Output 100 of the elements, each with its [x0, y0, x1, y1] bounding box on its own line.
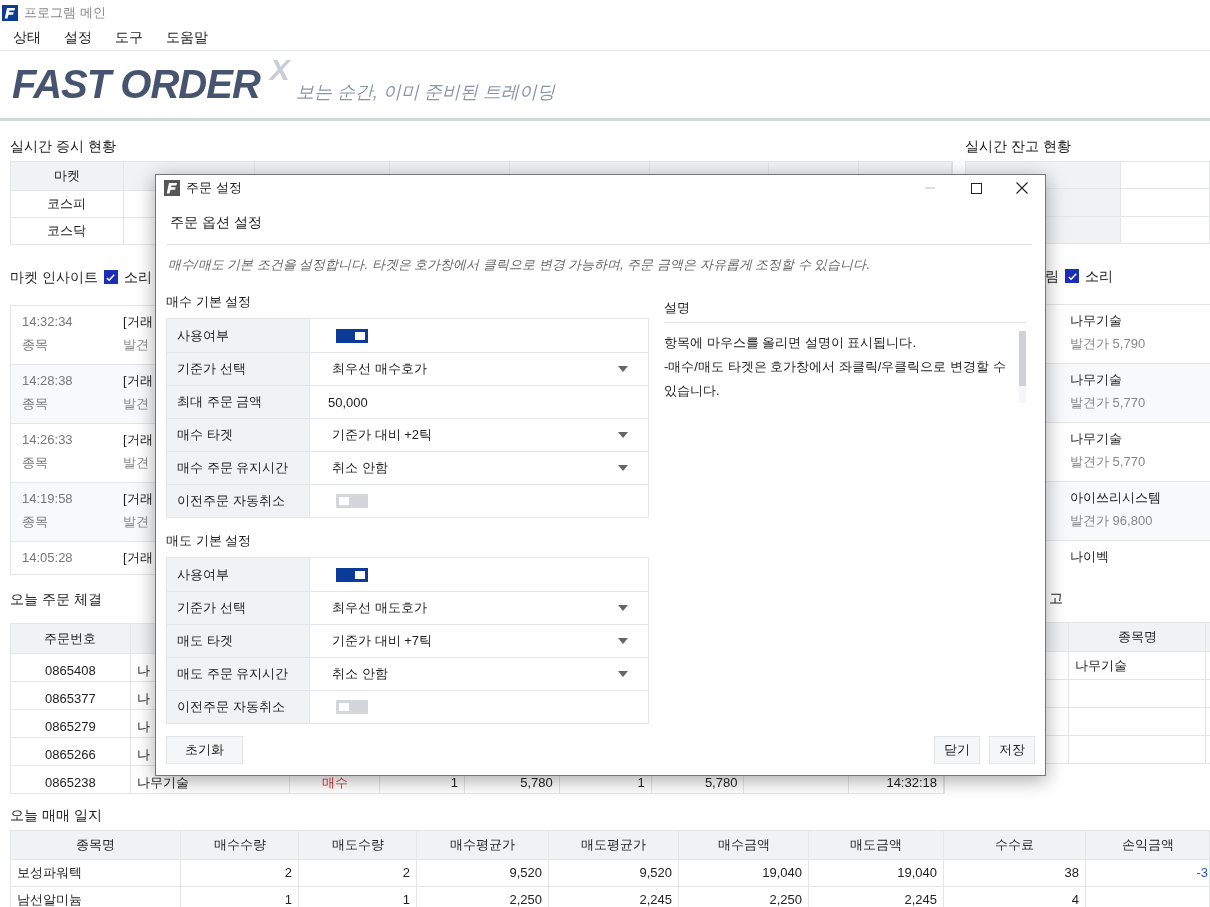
price-text: 발견가 5,790: [1070, 335, 1147, 353]
section-title: 고: [1049, 588, 1063, 608]
checkbox[interactable]: [1065, 269, 1079, 283]
table-cell: 19,040: [809, 860, 944, 886]
table-cell: 코스닥: [11, 218, 124, 244]
maximize-icon: [970, 182, 982, 194]
label-text: 종목: [22, 513, 49, 531]
input-field[interactable]: 50,000: [310, 386, 648, 418]
column-header: 마켓: [11, 162, 124, 190]
table-cell: 4: [944, 887, 1086, 907]
column-header: 매도금액: [809, 831, 944, 859]
time-text: 14:28:38: [22, 372, 74, 390]
headline-text: [거래: [123, 313, 153, 331]
column-header: 종목명: [1069, 623, 1206, 651]
dropdown-caret-icon: [618, 465, 628, 471]
menu-item[interactable]: 도구: [115, 27, 143, 48]
help-title: 설명: [664, 293, 1026, 323]
column-header: 수수료: [944, 831, 1086, 859]
dropdown-caret-icon: [618, 671, 628, 677]
slogan: 보는 순간, 이미 준비된 트레이딩: [295, 81, 555, 104]
table-cell: 0865266: [11, 738, 131, 765]
field-label: 최대 주문 금액: [167, 386, 310, 418]
minimize-icon: [925, 187, 935, 189]
section-title: 매도 기본 설정: [166, 531, 253, 550]
dropdown-caret-icon: [618, 605, 628, 611]
save-button[interactable]: 저장: [989, 736, 1035, 764]
headline-text: [거래: [123, 490, 153, 508]
price-text: 발견가 96,800: [1070, 512, 1154, 530]
toggle-switch[interactable]: [336, 567, 368, 582]
section-title: 림: [1045, 266, 1059, 286]
section-title: 매수 기본 설정: [166, 292, 253, 311]
detail-text: 발견: [123, 336, 150, 354]
column-header: 매도수량: [299, 831, 417, 859]
table-cell: 0865408: [11, 654, 131, 681]
column-header: 매도평균가: [549, 831, 679, 859]
field-label: 사용여부: [167, 319, 310, 352]
table-cell: 2,245: [549, 887, 679, 907]
toggle-switch[interactable]: [336, 328, 368, 343]
stock-name: 아이쓰리시스템: [1070, 489, 1162, 507]
section-title: 실시간 증시 현황: [10, 136, 116, 156]
column-header: 주문번호: [11, 624, 131, 653]
scrollbar: [1019, 331, 1026, 403]
section-title: 오늘 주문 체결: [10, 589, 102, 609]
detail-text: 발견: [123, 513, 150, 531]
time-text: 14:32:34: [22, 313, 74, 331]
close-dialog-button[interactable]: 닫기: [934, 736, 980, 764]
table-cell: 0865238: [11, 766, 131, 793]
table-cell: -3: [1086, 860, 1210, 886]
dropdown-caret-icon: [618, 432, 628, 438]
stock-name: 나무기술: [1070, 430, 1123, 448]
menu-item[interactable]: 상태: [13, 27, 41, 48]
detail-text: 발견: [123, 454, 150, 472]
headline-text: [거래: [123, 431, 153, 449]
checkbox[interactable]: [103, 270, 118, 284]
reset-button[interactable]: 초기화: [166, 736, 243, 764]
dropdown[interactable]: 최우선 매도호가: [310, 592, 648, 624]
column-header: 종목명: [11, 831, 181, 859]
table-cell: 9,520: [417, 860, 549, 886]
table-cell: 2,245: [809, 887, 944, 907]
label-text: 종목: [22, 336, 49, 354]
stock-name: 나이벡: [1070, 548, 1110, 566]
field-label: 사용여부: [167, 558, 310, 591]
help-text: 항목에 마우스를 올리면 설명이 표시됩니다.: [664, 334, 918, 352]
field-label: 기준가 선택: [167, 592, 310, 624]
table-cell: 9,520: [549, 860, 679, 886]
column-header: 매수수량: [181, 831, 299, 859]
toggle-switch[interactable]: [336, 700, 368, 714]
detail-text: 발견: [123, 395, 150, 413]
time-text: 14:05:28: [22, 549, 74, 567]
field-label: 이전주문 자동취소: [167, 485, 310, 517]
headline-text: [거래: [123, 549, 153, 567]
dropdown[interactable]: 취소 안함: [310, 658, 648, 690]
dialog-heading: 주문 옵션 설정: [166, 201, 1032, 245]
toggle-switch[interactable]: [336, 494, 368, 508]
table-cell: 코스피: [11, 191, 124, 217]
table-cell: 0865377: [11, 682, 131, 709]
logo-text: FAST ORDER: [12, 64, 260, 104]
time-text: 14:19:58: [22, 490, 74, 508]
menu-item[interactable]: 도움말: [166, 27, 208, 48]
dropdown[interactable]: 기준가 대비 +7틱: [310, 625, 648, 657]
menu-item[interactable]: 설정: [64, 27, 92, 48]
help-text: -매수/매도 타겟은 호가창에서 좌클릭/우클릭으로 변경할 수 있습니다.: [664, 358, 1007, 400]
checkbox-label: 소리: [1085, 266, 1113, 286]
close-icon: [1016, 182, 1028, 194]
field-label: 매수 타겟: [167, 419, 310, 451]
stock-name: 나무기술: [1070, 312, 1123, 330]
time-text: 14:26:33: [22, 431, 74, 449]
table-cell: 1: [181, 887, 299, 907]
table-cell: 2,250: [417, 887, 549, 907]
dropdown[interactable]: 최우선 매수호가: [310, 353, 648, 385]
section-title: 오늘 매매 일지: [10, 805, 103, 825]
section-title: 실시간 잔고 현황: [965, 136, 1072, 156]
price-text: 발견가 5,770: [1070, 453, 1147, 471]
section-title: 마켓 인사이트: [10, 267, 98, 287]
price-text: 발견가 5,770: [1070, 394, 1147, 412]
dropdown[interactable]: 기준가 대비 +2틱: [310, 419, 648, 451]
field-label: 매수 주문 유지시간: [167, 452, 310, 484]
dropdown[interactable]: 취소 안함: [310, 452, 648, 484]
field-label: 매도 주문 유지시간: [167, 658, 310, 690]
description-text: 매수/매도 기본 조건을 설정합니다. 타겟은 호가창에서 클릭으로 변경 가능하며, 주문 금액은 자유롭게 조정할 수 있습니다.: [167, 256, 871, 275]
